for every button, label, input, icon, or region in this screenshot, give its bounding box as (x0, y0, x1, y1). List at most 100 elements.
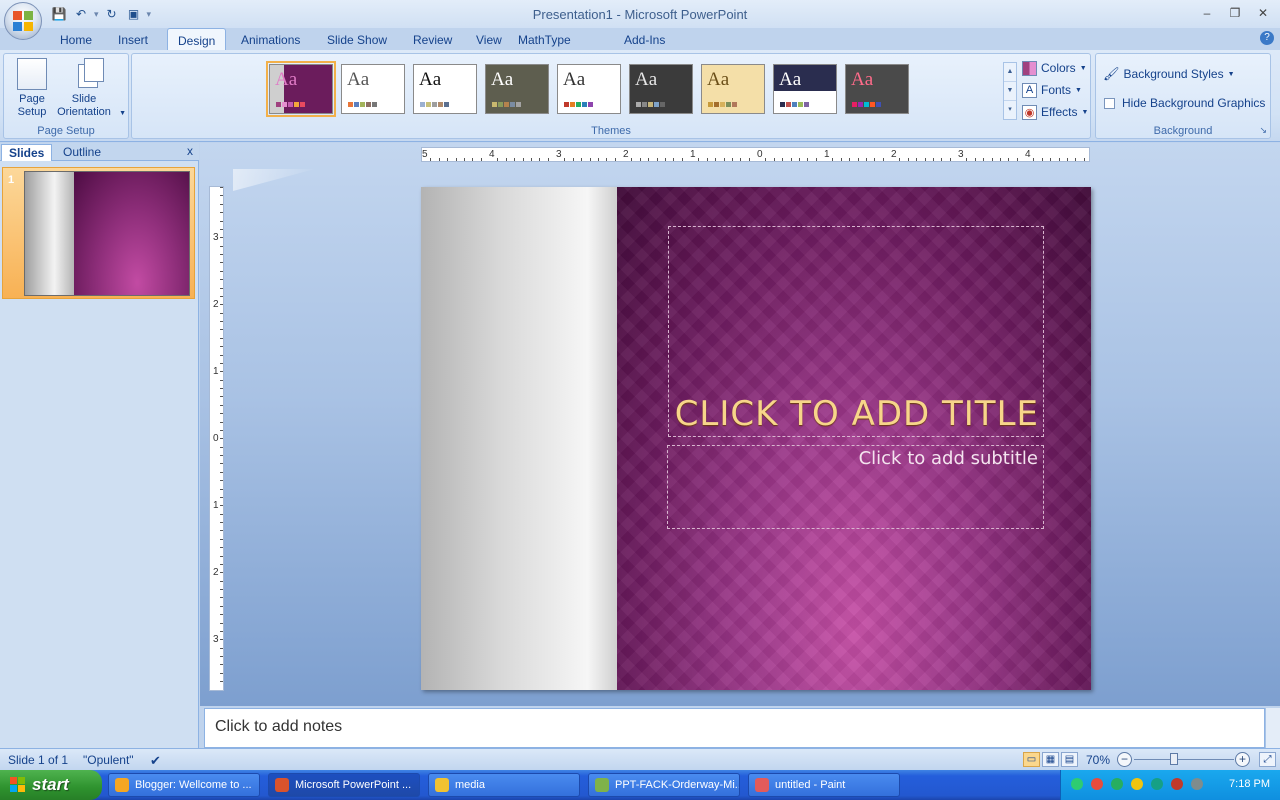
theme-thumbnail[interactable]: Aa (557, 64, 621, 114)
taskbar-item[interactable]: untitled - Paint (748, 773, 900, 797)
chevron-down-icon: ▼ (1075, 86, 1082, 94)
zoom-slider-thumb[interactable] (1170, 753, 1178, 765)
volume-icon[interactable] (1191, 778, 1203, 790)
theme-thumbnail[interactable]: Aa (701, 64, 765, 114)
theme-fonts-button[interactable]: A Fonts ▼ (1022, 81, 1082, 99)
gallery-more-icon[interactable]: ▾ (1004, 101, 1016, 119)
tab-design[interactable]: Design (167, 28, 227, 51)
theme-thumbnail[interactable]: Aa (485, 64, 549, 114)
slide-thumbnail[interactable] (24, 171, 190, 296)
theme-thumbnail[interactable]: Aa (341, 64, 405, 114)
taskbar-item[interactable]: media (428, 773, 580, 797)
tab-outline[interactable]: Outline (56, 144, 108, 161)
start-button[interactable]: start (0, 770, 102, 800)
close-button[interactable]: ✕ (1252, 4, 1274, 22)
hide-background-graphics-checkbox[interactable]: Hide Background Graphics (1104, 94, 1265, 112)
close-pane-icon[interactable]: x (187, 144, 193, 158)
subtitle-placeholder[interactable]: Click to add subtitle (667, 445, 1044, 529)
paint-bucket-icon: 🖌 (1103, 66, 1120, 81)
tab-mathtype[interactable]: MathType (508, 28, 581, 51)
ruler-number: 3 (958, 149, 964, 160)
restore-button[interactable]: ❐ (1224, 4, 1246, 22)
window-controls: – ❐ ✕ (1196, 4, 1274, 22)
gallery-scroll-down-icon[interactable]: ▼ (1004, 82, 1016, 101)
theme-thumbnail[interactable]: Aa (266, 61, 336, 117)
tab-add-ins[interactable]: Add-Ins (614, 28, 675, 51)
tab-slides[interactable]: Slides (1, 144, 53, 161)
slide-canvas[interactable]: CLICK TO ADD TITLE Click to add subtitle (421, 187, 1091, 690)
ruler-number: 1 (690, 149, 696, 160)
effects-icon: ◉ (1022, 104, 1037, 120)
theme-thumbnail[interactable]: Aa (845, 64, 909, 114)
theme-fonts-label: Fonts (1041, 83, 1072, 97)
chevron-down-icon: ▼ (1079, 64, 1087, 72)
theme-thumbnail[interactable]: Aa (773, 64, 837, 114)
normal-view-icon[interactable]: ▭ (1023, 752, 1040, 767)
sync-icon[interactable] (1111, 778, 1123, 790)
theme-sample-text: Aa (707, 69, 730, 90)
horizontal-ruler: 5 4 3 2 1 0 1 2 3 4 (421, 147, 1090, 162)
ruler-number: 1 (213, 366, 219, 377)
background-styles-button[interactable]: 🖌 Background Styles ▼ (1103, 65, 1235, 83)
messenger-icon[interactable] (1131, 778, 1143, 790)
tab-insert[interactable]: Insert (108, 28, 158, 51)
taskbar-item-label: media (455, 779, 485, 791)
slide-orientation-button[interactable]: Slide Orientation ▼ (52, 58, 126, 120)
taskbar-item[interactable]: Microsoft PowerPoint ... (268, 773, 420, 797)
notes-pane[interactable]: Click to add notes (204, 708, 1265, 748)
antivirus-icon[interactable] (1091, 778, 1103, 790)
fit-to-window-icon[interactable]: ⤢ (1259, 752, 1276, 767)
status-bar: Slide 1 of 1 "Opulent" ✔ ▭ ▦ ▤ 70% − + ⤢ (0, 748, 1280, 770)
taskbar-item[interactable]: PPT-FACK-Orderway-Mi... (588, 773, 740, 797)
system-tray: 7:18 PM (1060, 770, 1280, 800)
slide-thumbnail-item[interactable]: 1 (2, 167, 195, 299)
themes-group-label: Themes (591, 125, 631, 137)
page-setup-button[interactable]: Page Setup (10, 58, 54, 119)
start-label: start (32, 775, 69, 794)
tab-review[interactable]: Review (403, 28, 462, 51)
window-title: Presentation1 - Microsoft PowerPoint (532, 7, 748, 22)
title-placeholder[interactable]: CLICK TO ADD TITLE (668, 226, 1044, 437)
ribbon: Page Setup Slide Orientation ▼ Page Setu… (0, 50, 1280, 142)
ruler-number: 2 (623, 149, 629, 160)
slide-show-icon[interactable]: ▤ (1061, 752, 1078, 767)
tab-slide-show[interactable]: Slide Show (317, 28, 397, 51)
gallery-scroll-up-icon[interactable]: ▲ (1004, 63, 1016, 82)
chevron-down-icon: ▼ (119, 110, 126, 117)
help-icon[interactable]: ? (1260, 31, 1274, 45)
zoom-slider-track[interactable] (1134, 759, 1234, 760)
slide-side-panel (421, 187, 617, 690)
office-button[interactable] (4, 2, 42, 40)
zoom-in-icon[interactable]: + (1235, 752, 1250, 767)
notes-scrollbar[interactable] (1265, 708, 1280, 748)
theme-thumbnail[interactable]: Aa (413, 64, 477, 114)
zoom-out-icon[interactable]: − (1117, 752, 1132, 767)
tab-home[interactable]: Home (50, 28, 102, 51)
theme-sample-text: Aa (635, 69, 658, 90)
background-styles-label: Background Styles (1123, 67, 1224, 81)
minimize-button[interactable]: – (1196, 4, 1218, 22)
theme-colors-label: Colors (1041, 61, 1076, 75)
ruler-number: 0 (213, 433, 219, 444)
tab-view[interactable]: View (466, 28, 512, 51)
slide-sorter-icon[interactable]: ▦ (1042, 752, 1059, 767)
spell-check-icon[interactable]: ✔ (150, 753, 161, 769)
taskbar-item[interactable]: Blogger: Wellcome to ... (108, 773, 260, 797)
app-icon (595, 778, 609, 792)
network-icon[interactable] (1071, 778, 1083, 790)
slide-workspace: 5 4 3 2 1 0 1 2 3 4 3 2 1 0 1 2 3 CLICK TO ADD TITLE Cl… (200, 143, 1280, 706)
update-icon[interactable] (1151, 778, 1163, 790)
theme-thumbnail[interactable]: Aa (629, 64, 693, 114)
notes-placeholder: Click to add notes (215, 718, 343, 735)
color-palette-icon (1022, 60, 1037, 76)
theme-effects-button[interactable]: ◉ Effects ▼ (1022, 103, 1088, 121)
clock: 7:18 PM (1229, 778, 1270, 790)
ruler-number: 3 (213, 232, 219, 243)
tab-animations[interactable]: Animations (231, 28, 310, 51)
theme-colors-button[interactable]: Colors ▼ (1022, 59, 1087, 77)
security-icon[interactable] (1171, 778, 1183, 790)
themes-gallery: Aa Aa Aa Aa Aa Aa Aa Aa Aa (265, 57, 1150, 127)
ruler-number: 1 (213, 500, 219, 511)
zoom-level[interactable]: 70% (1086, 753, 1110, 767)
ruler-number: 4 (489, 149, 495, 160)
